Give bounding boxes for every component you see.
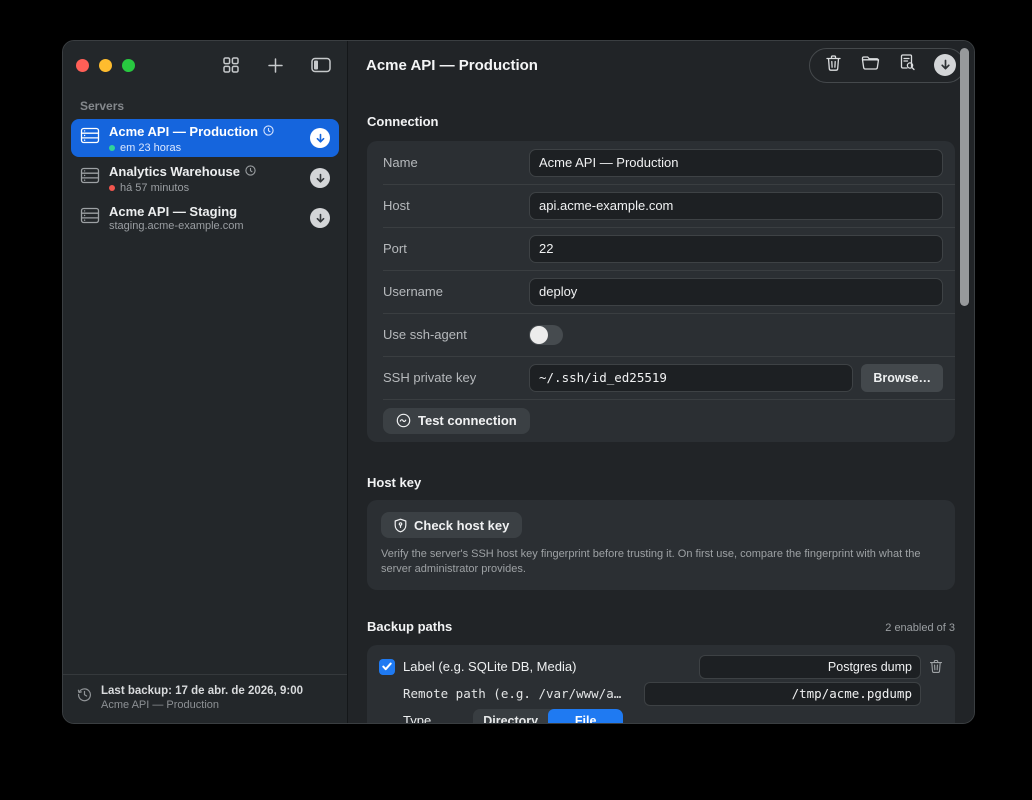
connection-card: Name Host Port Username Use ssh-agent — [367, 141, 955, 442]
ssh-agent-toggle[interactable] — [529, 325, 563, 345]
type-label: Type — [403, 713, 431, 723]
view-log-icon[interactable] — [899, 53, 915, 77]
server-name: Analytics Warehouse — [109, 164, 240, 179]
path-label-row: Label (e.g. SQLite DB, Media) — [379, 655, 943, 679]
server-icon — [80, 127, 102, 149]
port-row: Port — [367, 227, 955, 270]
header-toolbar — [809, 48, 965, 83]
wave-circle-icon — [396, 413, 411, 428]
remote-path-field-label: Remote path (e.g. /var/www/a… — [403, 686, 621, 701]
remote-path-row: Remote path (e.g. /var/www/a… — [379, 682, 943, 706]
minimize-window-button[interactable] — [99, 59, 112, 72]
server-list-item-analytics[interactable]: Analytics Warehouse há 57 minutos — [71, 159, 339, 197]
username-row: Username — [367, 270, 955, 313]
shield-icon — [394, 518, 407, 533]
server-name: Acme API — Staging — [109, 204, 237, 219]
last-backup-server: Acme API — Production — [101, 699, 303, 711]
host-label: Host — [383, 198, 529, 213]
port-label: Port — [383, 241, 529, 256]
host-input[interactable] — [529, 192, 943, 220]
ssh-agent-row: Use ssh-agent — [367, 313, 955, 356]
port-input[interactable] — [529, 235, 943, 263]
grid-view-icon[interactable] — [222, 56, 240, 74]
remote-path-input[interactable] — [644, 682, 921, 706]
zoom-window-button[interactable] — [122, 59, 135, 72]
main-header: Acme API — Production — [348, 41, 974, 89]
name-label: Name — [383, 155, 529, 170]
type-row: Type Directory File — [379, 709, 943, 723]
username-label: Username — [383, 284, 529, 299]
check-host-key-button[interactable]: Check host key — [381, 512, 522, 538]
server-detail-form: Connection Name Host Port Username — [348, 114, 974, 723]
schedule-clock-icon — [245, 163, 256, 181]
host-key-description: Verify the server's SSH host key fingerp… — [381, 547, 941, 577]
status-dot-red — [109, 185, 115, 191]
servers-section-label: Servers — [63, 89, 347, 119]
last-backup-text: Last backup: 17 de abr. de 2026, 9:00 — [101, 685, 303, 697]
host-key-heading: Host key — [367, 475, 955, 490]
type-segmented-control: Directory File — [473, 709, 623, 723]
path-label-input[interactable] — [699, 655, 921, 679]
ssh-key-row: SSH private key Browse… — [367, 356, 955, 399]
server-icon — [80, 167, 102, 189]
backup-path-entry: Label (e.g. SQLite DB, Media) Remote pat… — [367, 645, 955, 723]
ssh-key-label: SSH private key — [383, 370, 529, 385]
main-panel: Acme API — Production — [348, 41, 974, 723]
scrollbar-thumb[interactable] — [960, 48, 969, 306]
server-name: Acme API — Production — [109, 124, 258, 139]
test-connection-row: Test connection — [367, 399, 955, 442]
browse-button[interactable]: Browse… — [861, 364, 943, 392]
sidebar-titlebar — [63, 41, 347, 89]
sidebar: Servers Acme API — Production — [63, 41, 348, 723]
username-input[interactable] — [529, 278, 943, 306]
app-window: Servers Acme API — Production — [62, 40, 975, 724]
test-connection-button[interactable]: Test connection — [383, 408, 530, 434]
type-option-directory[interactable]: Directory — [473, 709, 548, 723]
backup-now-button[interactable] — [934, 54, 956, 76]
host-key-card: Check host key Verify the server's SSH h… — [367, 500, 955, 590]
add-server-icon[interactable] — [267, 57, 284, 74]
server-list: Acme API — Production em 23 horas — [63, 119, 347, 239]
path-label-field-label: Label (e.g. SQLite DB, Media) — [395, 659, 576, 674]
server-list-item-staging[interactable]: Acme API — Staging staging.acme-example.… — [71, 199, 339, 237]
name-row: Name — [367, 141, 955, 184]
host-row: Host — [367, 184, 955, 227]
history-clock-icon — [77, 685, 92, 711]
traffic-lights — [76, 59, 135, 72]
download-backup-button[interactable] — [310, 168, 330, 188]
type-option-file[interactable]: File — [548, 709, 623, 723]
server-icon — [80, 207, 102, 229]
download-backup-button[interactable] — [310, 208, 330, 228]
page-title: Acme API — Production — [366, 57, 538, 74]
delete-path-icon[interactable] — [921, 659, 943, 674]
connection-heading: Connection — [367, 114, 955, 129]
backup-paths-heading: Backup paths — [367, 619, 452, 634]
ssh-agent-label: Use ssh-agent — [383, 327, 529, 342]
status-dot-green — [109, 145, 115, 151]
schedule-clock-icon — [263, 123, 274, 141]
last-backup-footer: Last backup: 17 de abr. de 2026, 9:00 Ac… — [63, 674, 347, 723]
delete-server-icon[interactable] — [825, 54, 842, 77]
enabled-count-badge: 2 enabled of 3 — [885, 622, 955, 634]
ssh-key-input[interactable] — [529, 364, 853, 392]
server-status-text: há 57 minutos — [120, 182, 189, 194]
path-enabled-checkbox[interactable] — [379, 659, 395, 675]
toggle-sidebar-icon[interactable] — [311, 57, 331, 73]
reveal-folder-icon[interactable] — [861, 55, 880, 76]
server-list-item-production[interactable]: Acme API — Production em 23 horas — [71, 119, 339, 157]
close-window-button[interactable] — [76, 59, 89, 72]
server-status-text: em 23 horas — [120, 142, 181, 154]
name-input[interactable] — [529, 149, 943, 177]
server-status-text: staging.acme-example.com — [109, 220, 244, 232]
download-backup-button[interactable] — [310, 128, 330, 148]
